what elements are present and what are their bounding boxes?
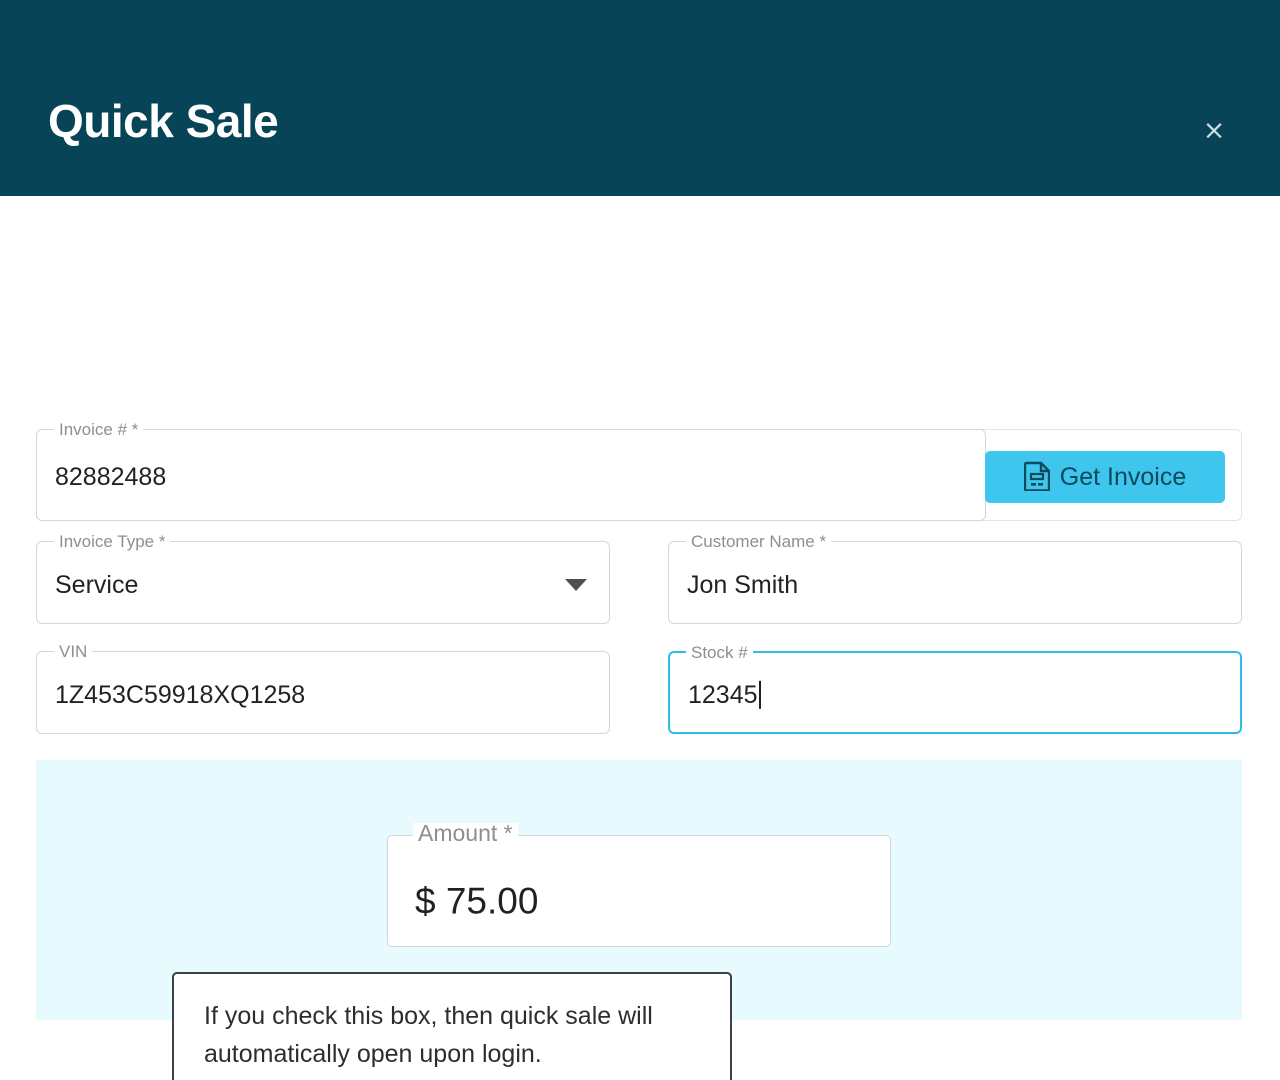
vin-field[interactable]: VIN 1Z453C59918XQ1258 [36,642,610,734]
customer-name-value: Jon Smith [687,570,799,599]
document-icon [1023,461,1050,494]
tooltip-text: If you check this box, then quick sale w… [204,1002,653,1068]
dialog-body: Invoice # * 82882488 Get Invoice Invoice… [0,196,1280,1080]
tooltip: If you check this box, then quick sale w… [172,972,732,1080]
invoice-type-select[interactable]: Invoice Type * Service [36,532,610,624]
stock-number-label: Stock # [686,643,753,663]
invoice-type-value: Service [55,570,139,599]
customer-name-label: Customer Name * [686,532,832,552]
close-icon[interactable]: × [1196,112,1232,148]
get-invoice-button[interactable]: Get Invoice [985,451,1225,503]
customer-name-field[interactable]: Customer Name * Jon Smith [668,532,1242,624]
invoice-number-value: 82882488 [55,462,167,491]
amount-value: $ 75.00 [415,879,539,921]
text-cursor [758,680,761,709]
vin-value: 1Z453C59918XQ1258 [55,680,306,709]
amount-field[interactable]: Amount * $ 75.00 [387,822,891,947]
vin-label: VIN [54,642,93,662]
get-invoice-label: Get Invoice [1059,462,1187,491]
invoice-number-field[interactable]: Invoice # * 82882488 [36,420,986,521]
stock-number-value-wrap: 12345 [688,680,761,709]
chevron-down-icon[interactable] [565,578,587,591]
amount-label: Amount * [413,822,518,845]
invoice-type-label: Invoice Type * [54,532,171,552]
dialog-header: Quick Sale × [0,0,1280,196]
quick-sale-dialog: Quick Sale × Invoice # * 82882488 Get In… [0,0,1280,1080]
stock-number-value: 12345 [688,680,758,709]
page-title: Quick Sale [48,95,279,147]
invoice-number-label: Invoice # * [54,420,144,440]
stock-number-field[interactable]: Stock # 12345 [668,643,1242,734]
